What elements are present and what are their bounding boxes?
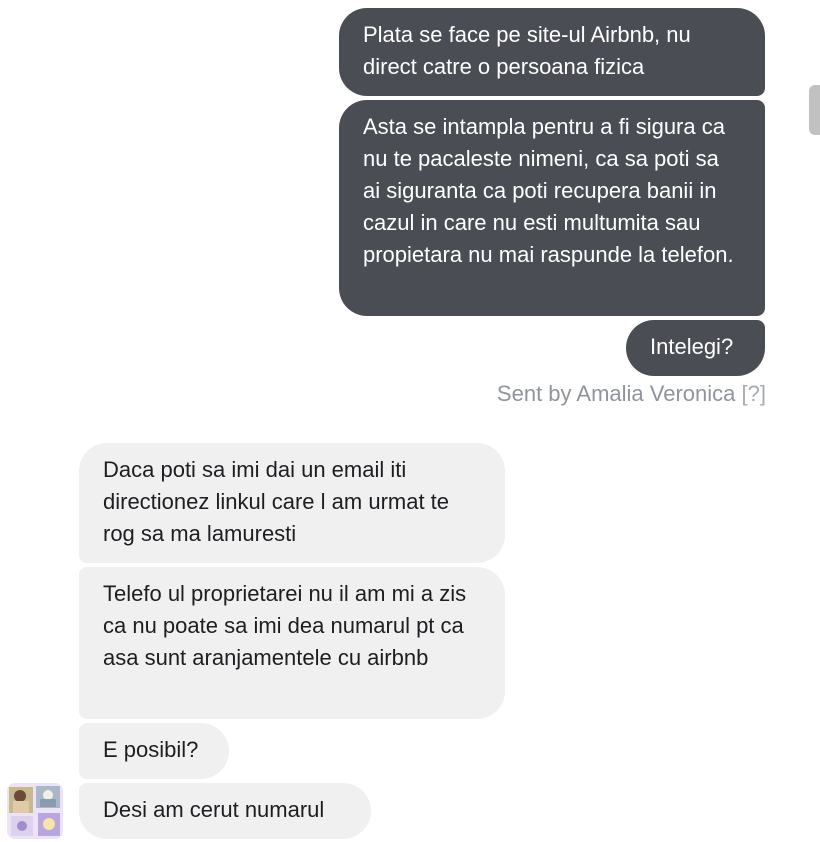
incoming-message[interactable]: Telefo ul proprietarei nu il am mi a zis… bbox=[79, 567, 505, 719]
sent-by-text: Sent by Amalia Veronica bbox=[496, 381, 736, 406]
outgoing-message[interactable]: Intelegi? bbox=[626, 320, 765, 376]
outgoing-message[interactable]: Plata se face pe site-ul Airbnb, nu dire… bbox=[339, 8, 765, 96]
contact-avatar[interactable] bbox=[7, 783, 63, 839]
sent-by-label: Sent by Amalia Veronica [?] bbox=[497, 378, 766, 410]
incoming-message[interactable]: Daca poti sa imi dai un email iti direct… bbox=[79, 443, 505, 563]
message-thread[interactable]: Plata se face pe site-ul Airbnb, nu dire… bbox=[0, 0, 820, 842]
avatar-photo-icon bbox=[7, 783, 63, 839]
sent-by-help-link[interactable]: [?] bbox=[742, 381, 766, 406]
outgoing-message[interactable]: Asta se intampla pentru a fi sigura ca n… bbox=[339, 100, 765, 316]
incoming-message[interactable]: Desi am cerut numarul bbox=[79, 783, 371, 839]
scrollbar-thumb[interactable] bbox=[809, 85, 820, 135]
incoming-message[interactable]: E posibil? bbox=[79, 723, 229, 779]
